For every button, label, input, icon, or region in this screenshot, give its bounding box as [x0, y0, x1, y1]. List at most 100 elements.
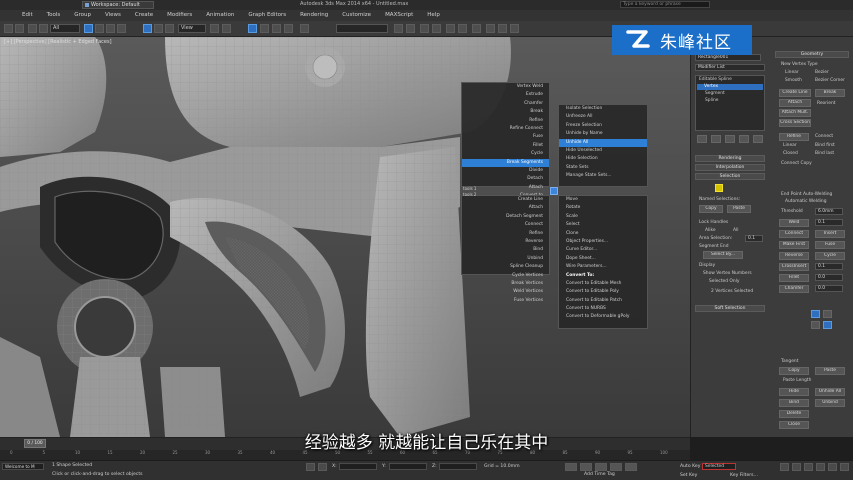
connect-checkbox[interactable]: Connect	[815, 134, 833, 139]
quad-ul-item[interactable]: Break	[462, 108, 549, 116]
quad-ul-item[interactable]: Detach	[462, 175, 549, 183]
select-move-icon[interactable]	[143, 24, 152, 33]
zoom-extents-icon[interactable]	[804, 463, 813, 471]
menu-group[interactable]: Group	[74, 10, 91, 21]
vertex-type-smooth-radio[interactable]: Smooth	[785, 78, 802, 83]
tangent-paste-button[interactable]: Paste	[815, 367, 845, 375]
menu-graph-editors[interactable]: Graph Editors	[248, 10, 286, 21]
quad-ur-item[interactable]: Unfreeze All	[559, 113, 647, 121]
quad-lr-item[interactable]: Convert to Editable Patch	[559, 297, 647, 305]
quad-ll-item[interactable]: Attach	[462, 204, 549, 212]
layer-manager-icon[interactable]	[420, 24, 429, 33]
quad-ul-item[interactable]: Vertex Weld	[462, 83, 549, 91]
menu-tools[interactable]: Tools	[47, 10, 61, 21]
quad-ul-item[interactable]: Fuse	[462, 133, 549, 141]
cycle-button[interactable]: Cycle	[815, 252, 845, 260]
quad-ur-item[interactable]: Unhide All	[559, 138, 647, 147]
stack-item-vertex[interactable]: Vertex	[697, 84, 763, 90]
quad-lr-item[interactable]: Convert to NURBS	[559, 305, 647, 313]
connect-button[interactable]: Connect	[779, 230, 809, 238]
quad-lr-item[interactable]: Curve Editor...	[559, 246, 647, 254]
quad-ul-item[interactable]: Chamfer	[462, 100, 549, 108]
quad-ll-item[interactable]: Refine	[462, 230, 549, 238]
go-start-icon[interactable]	[565, 463, 577, 471]
area-selection-checkbox[interactable]: Area Selection:	[699, 236, 732, 241]
menu-help[interactable]: Help	[427, 10, 440, 21]
quad-lr-item[interactable]: Move	[559, 196, 647, 204]
quad-lr-item[interactable]: Scale	[559, 213, 647, 221]
unbind-button[interactable]: Unbind	[815, 399, 845, 407]
select-manipulate-icon[interactable]	[222, 24, 231, 33]
quad-lr-item[interactable]: Rotate	[559, 204, 647, 212]
quad-ur-item[interactable]: State Sets	[559, 164, 647, 172]
stack-item-spline[interactable]: Spline	[705, 98, 719, 103]
workspace-dropdown[interactable]: Workspace: Default	[82, 1, 154, 9]
quad-ul-item[interactable]: Cycle	[462, 150, 549, 158]
quad-ul-item[interactable]: Refine Connect	[462, 125, 549, 133]
quad-ul-item[interactable]: Extrude	[462, 91, 549, 99]
paste-selection-button[interactable]: Paste	[727, 205, 751, 213]
hide-button[interactable]: Hide	[779, 388, 809, 396]
lock-selection-icon[interactable]	[306, 463, 315, 471]
insert-button[interactable]: Insert	[815, 230, 845, 238]
select-object-icon[interactable]	[84, 24, 93, 33]
graphite-toggle-icon[interactable]	[432, 24, 441, 33]
crossinsert-button[interactable]: CrossInsert	[779, 263, 809, 271]
stack-item-editable-spline[interactable]: Editable Spline	[699, 77, 732, 82]
automatic-welding-checkbox[interactable]: Automatic Welding	[785, 199, 827, 204]
select-by-button[interactable]: Select By...	[703, 251, 743, 259]
menu-animation[interactable]: Animation	[206, 10, 234, 21]
zoom-icon[interactable]	[780, 463, 789, 471]
render-setup-icon[interactable]	[486, 24, 495, 33]
absolute-mode-icon[interactable]	[318, 463, 327, 471]
menu-customize[interactable]: Customize	[342, 10, 371, 21]
quad-lr-item[interactable]: Clone	[559, 230, 647, 238]
rollout-rendering[interactable]: Rendering	[695, 155, 765, 162]
link-icon[interactable]	[28, 24, 37, 33]
show-vertex-numbers-checkbox[interactable]: Show Vertex Numbers	[703, 271, 752, 276]
y-coord-field[interactable]	[389, 463, 427, 470]
chamfer-button[interactable]: Chamfer	[779, 285, 809, 293]
set-key-button[interactable]: Set Key	[680, 473, 697, 478]
quad-ll-item[interactable]: Break Vertices	[462, 280, 549, 288]
break-button[interactable]: Break	[815, 89, 845, 97]
orbit-icon[interactable]	[828, 463, 837, 471]
selected-only-checkbox[interactable]: Selected Only	[709, 279, 740, 284]
render-teapot-icon[interactable]	[510, 24, 519, 33]
menu-rendering[interactable]: Rendering	[300, 10, 328, 21]
make-first-button[interactable]: Make First	[779, 241, 809, 249]
unhide-all-button[interactable]: Unhide All	[815, 388, 845, 396]
object-name-field[interactable]: Rectangle001	[695, 54, 761, 61]
menu-modifiers[interactable]: Modifiers	[167, 10, 192, 21]
sub-mode-icon[interactable]	[823, 310, 832, 318]
search-input[interactable]: Type a keyword or phrase	[620, 1, 710, 8]
threshold-value[interactable]: 6.0mm	[815, 208, 843, 215]
quad-lr-item[interactable]: Convert to Editable Mesh	[559, 280, 647, 288]
pin-stack-icon[interactable]	[697, 135, 707, 143]
rollout-soft-selection[interactable]: Soft Selection	[695, 305, 765, 312]
x-coord-field[interactable]	[339, 463, 377, 470]
maximize-viewport-icon[interactable]	[840, 463, 849, 471]
select-rotate-icon[interactable]	[154, 24, 163, 33]
tangent-copy-button[interactable]: Copy	[779, 367, 809, 375]
bind-last-checkbox[interactable]: Bind last	[815, 151, 834, 156]
modifier-list-dropdown[interactable]: Modifier List	[695, 64, 765, 71]
quad-ll-item[interactable]: Unbind	[462, 255, 549, 263]
sub-mode-3-icon[interactable]	[823, 321, 832, 329]
quad-lr-item[interactable]: Convert to Editable Poly	[559, 288, 647, 296]
quad-ur-item[interactable]: Hide Unselected	[559, 147, 647, 155]
rollout-interpolation[interactable]: Interpolation	[695, 164, 765, 171]
all-radio[interactable]: All	[733, 228, 738, 233]
attach-button[interactable]: Attach	[779, 99, 811, 107]
percent-snap-icon[interactable]	[272, 24, 281, 33]
pan-view-icon[interactable]	[816, 463, 825, 471]
snap-toggle-icon[interactable]	[248, 24, 257, 33]
key-selection-dropdown[interactable]: Selected	[702, 463, 736, 470]
undo-icon[interactable]	[4, 24, 13, 33]
z-coord-field[interactable]	[439, 463, 477, 470]
cross-section-button[interactable]: Cross Section	[779, 119, 811, 127]
pivot-center-icon[interactable]	[210, 24, 219, 33]
quad-ur-item[interactable]: Manage State Sets...	[559, 172, 647, 180]
angle-snap-icon[interactable]	[260, 24, 269, 33]
quad-ll-item[interactable]: Weld Vertices	[462, 288, 549, 296]
